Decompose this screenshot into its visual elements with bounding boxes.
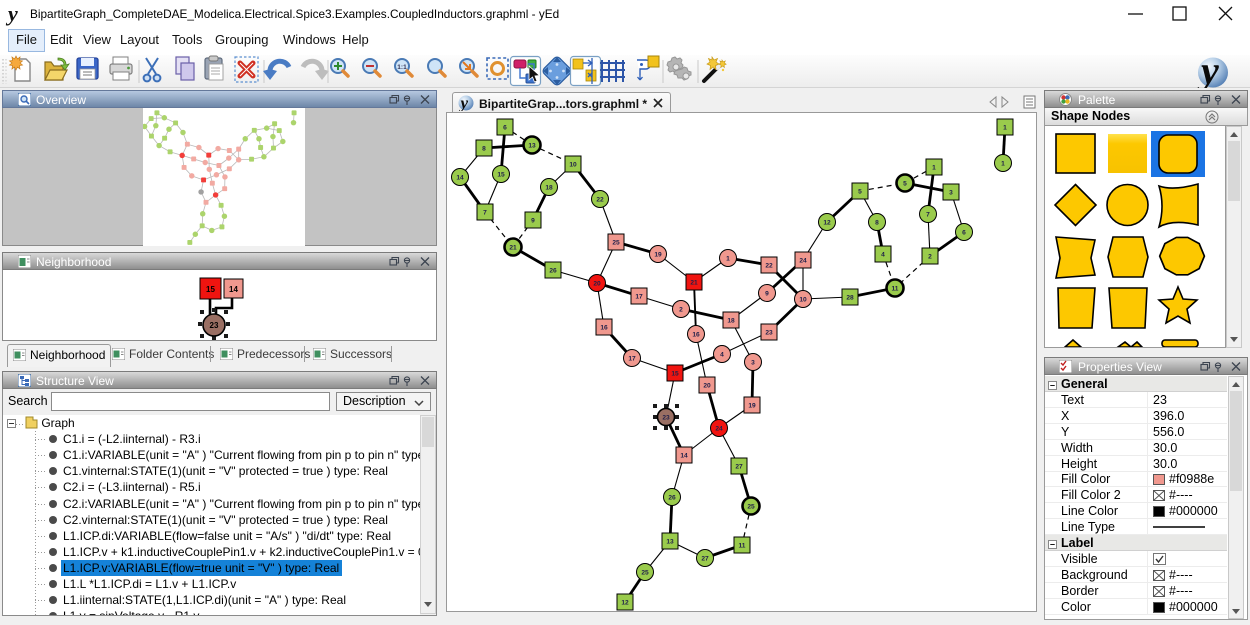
svg-text:20: 20: [593, 280, 601, 287]
svg-text:1: 1: [1003, 124, 1007, 131]
svg-text:5: 5: [903, 180, 907, 187]
svg-text:26: 26: [668, 494, 676, 501]
svg-text:y: y: [1197, 57, 1219, 88]
svg-text:8: 8: [482, 145, 486, 152]
svg-text:6: 6: [503, 124, 507, 131]
svg-text:15: 15: [206, 285, 215, 294]
svg-text:13: 13: [528, 142, 536, 149]
svg-text:17: 17: [635, 293, 643, 300]
svg-text:3: 3: [751, 359, 755, 366]
svg-text:25: 25: [612, 239, 620, 246]
svg-text:14: 14: [229, 285, 238, 294]
svg-text:12: 12: [621, 599, 629, 606]
svg-text:4: 4: [720, 351, 724, 358]
svg-text:3: 3: [949, 189, 953, 196]
svg-text:14: 14: [680, 452, 688, 459]
svg-text:9: 9: [531, 217, 535, 224]
svg-text:5: 5: [858, 188, 862, 195]
svg-text:y: y: [459, 95, 469, 111]
svg-text:25: 25: [747, 503, 755, 510]
svg-text:12: 12: [823, 219, 831, 226]
svg-text:26: 26: [549, 267, 557, 274]
svg-text:19: 19: [748, 402, 756, 409]
svg-text:17: 17: [628, 355, 636, 362]
svg-text:27: 27: [735, 463, 743, 470]
svg-text:4: 4: [881, 251, 885, 258]
svg-text:1: 1: [1001, 160, 1005, 167]
svg-text:24: 24: [715, 425, 723, 432]
svg-text:9: 9: [765, 290, 769, 297]
svg-text:19: 19: [654, 251, 662, 258]
svg-text:18: 18: [727, 317, 735, 324]
svg-text:10: 10: [569, 161, 577, 168]
svg-text:2: 2: [679, 306, 683, 313]
svg-text:27: 27: [701, 555, 709, 562]
svg-text:15: 15: [497, 171, 505, 178]
svg-text:1: 1: [932, 164, 936, 171]
svg-text:20: 20: [703, 382, 711, 389]
svg-text:15: 15: [671, 370, 679, 377]
svg-text:7: 7: [483, 209, 487, 216]
svg-text:22: 22: [596, 196, 604, 203]
svg-text:1: 1: [726, 255, 730, 262]
svg-text:23: 23: [765, 329, 773, 336]
svg-text:13: 13: [666, 538, 674, 545]
svg-text:10: 10: [799, 296, 807, 303]
svg-text:14: 14: [456, 174, 464, 181]
svg-text:11: 11: [739, 542, 746, 549]
svg-text:18: 18: [545, 184, 553, 191]
svg-text:16: 16: [600, 324, 608, 331]
svg-text:8: 8: [875, 219, 879, 226]
svg-text:7: 7: [926, 211, 930, 218]
svg-text:21: 21: [509, 244, 517, 251]
svg-text:25: 25: [641, 569, 649, 576]
svg-text:6: 6: [962, 229, 966, 236]
svg-text:2: 2: [928, 253, 932, 260]
svg-text:23: 23: [210, 321, 219, 330]
svg-text:11: 11: [892, 285, 899, 292]
svg-text:23: 23: [662, 414, 670, 421]
svg-text:28: 28: [846, 294, 854, 301]
svg-text:21: 21: [690, 279, 698, 286]
svg-text:16: 16: [692, 331, 700, 338]
svg-text:24: 24: [799, 257, 807, 264]
svg-text:22: 22: [765, 262, 773, 269]
